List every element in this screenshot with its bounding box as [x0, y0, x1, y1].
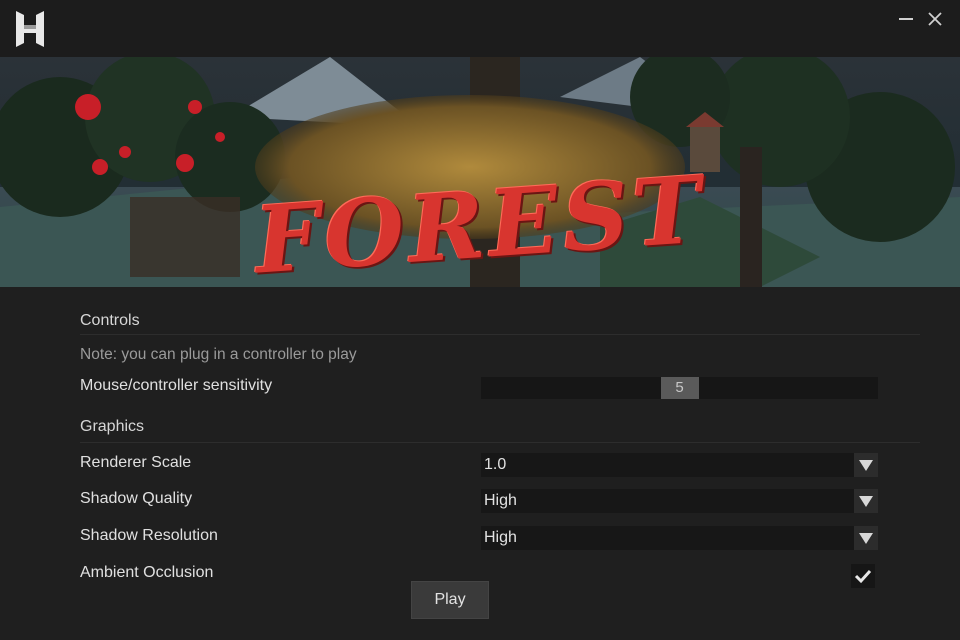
chevron-down-icon[interactable] [854, 526, 878, 550]
sensitivity-label: Mouse/controller sensitivity [80, 377, 273, 394]
dropdown-value: High [484, 529, 517, 546]
game-banner: FOREST [0, 57, 960, 287]
ambient-occlusion-checkbox[interactable] [851, 564, 875, 588]
title-bar [0, 0, 960, 57]
slider-value: 5 [675, 379, 684, 396]
ambient-occlusion-label: Ambient Occlusion [80, 564, 214, 581]
shadow-quality-label: Shadow Quality [80, 490, 193, 507]
controls-heading: Controls [80, 312, 140, 329]
dropdown-value: High [484, 492, 517, 509]
shadow-resolution-label: Shadow Resolution [80, 527, 218, 544]
h-logo-icon [16, 11, 44, 47]
close-button[interactable] [924, 9, 946, 29]
minimize-button[interactable] [895, 9, 917, 29]
section-divider [80, 442, 920, 443]
shadow-resolution-dropdown[interactable]: High [481, 526, 878, 550]
shadow-quality-dropdown[interactable]: High [481, 489, 878, 513]
renderer-scale-label: Renderer Scale [80, 454, 192, 471]
renderer-scale-dropdown[interactable]: 1.0 [481, 453, 878, 477]
checkmark-icon [854, 569, 872, 584]
play-button[interactable]: Play [411, 581, 489, 619]
game-title-logo: FOREST [251, 155, 709, 287]
chevron-down-icon[interactable] [854, 489, 878, 513]
controller-note: Note: you can plug in a controller to pl… [80, 346, 357, 363]
sensitivity-slider[interactable]: 5 [481, 377, 878, 399]
chevron-down-icon[interactable] [854, 453, 878, 477]
section-divider [80, 334, 920, 335]
close-icon [928, 12, 942, 26]
dropdown-value: 1.0 [484, 456, 507, 473]
minimize-icon [899, 18, 913, 20]
graphics-heading: Graphics [80, 418, 145, 435]
